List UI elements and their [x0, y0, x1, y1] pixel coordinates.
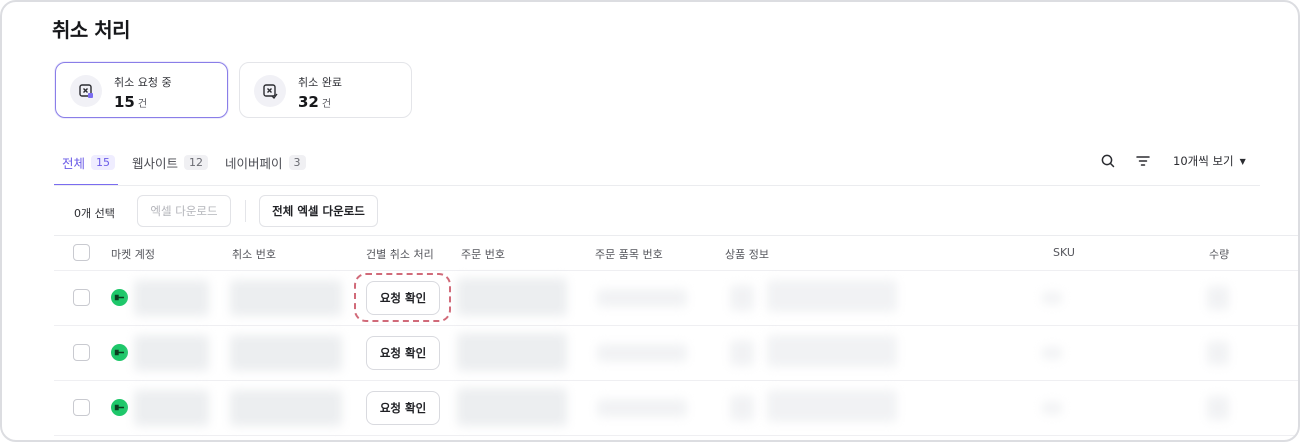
request-confirm-button[interactable]: 요청 확인: [366, 391, 440, 425]
header-quantity: 수량: [1209, 248, 1230, 261]
redacted-account: [134, 390, 209, 426]
header-order-number: 주문 번호: [461, 248, 505, 261]
tab-count-badge: 3: [288, 155, 306, 170]
product-thumbnail: [730, 395, 754, 421]
product-thumbnail: [730, 285, 754, 311]
excel-download-all-button[interactable]: 전체 엑셀 다운로드: [259, 195, 378, 227]
redacted-quantity: [1207, 286, 1229, 310]
row-divider: [54, 325, 1298, 326]
tab-naverpay[interactable]: 네이버페이 3: [225, 153, 306, 172]
excel-download-button[interactable]: 엑셀 다운로드: [137, 195, 231, 227]
header-product-info: 상품 정보: [725, 248, 769, 261]
tab-count-badge: 15: [91, 155, 116, 170]
tabs-divider: [54, 185, 1260, 186]
app-window: 취소 처리 취소 요청 중 15 건 취소 완료 32 건 전체 15 웹사이트 12: [0, 0, 1300, 442]
redacted-sku: [1042, 402, 1062, 414]
redacted-order-item-number: [597, 399, 687, 417]
cancel-request-icon: [70, 75, 102, 107]
filter-icon[interactable]: [1135, 153, 1151, 169]
row-divider: [54, 380, 1298, 381]
page-title: 취소 처리: [52, 18, 131, 42]
redacted-quantity: [1207, 341, 1229, 365]
redacted-cancel-number: [230, 335, 342, 371]
page-size-select[interactable]: 10개씩 보기 ▼: [1173, 153, 1246, 169]
highlight-annotation: [354, 273, 451, 322]
tab-website[interactable]: 웹사이트 12: [132, 153, 209, 172]
cancel-complete-icon: [254, 75, 286, 107]
request-confirm-button[interactable]: 요청 확인: [366, 336, 440, 370]
tab-count-badge: 12: [184, 155, 209, 170]
redacted-product-info: [767, 280, 897, 312]
redacted-order-number: [457, 333, 567, 371]
table-head-divider: [54, 235, 1298, 236]
redacted-account: [134, 335, 209, 371]
redacted-order-number: [457, 278, 567, 316]
redacted-sku: [1042, 292, 1062, 304]
search-icon[interactable]: [1100, 153, 1116, 169]
market-logo-icon: [111, 399, 128, 416]
redacted-account: [134, 280, 209, 316]
tab-all[interactable]: 전체 15: [62, 153, 116, 172]
redacted-product-info: [767, 390, 897, 422]
card-label: 취소 요청 중: [114, 76, 172, 89]
header-cancel-number: 취소 번호: [232, 248, 276, 261]
header-market-account: 마켓 계정: [111, 248, 155, 261]
market-logo-icon: [111, 344, 128, 361]
toolbar-divider: [245, 200, 246, 222]
card-count: 32 건: [298, 93, 332, 111]
redacted-product-info: [767, 335, 897, 367]
product-thumbnail: [730, 340, 754, 366]
row-divider: [54, 270, 1298, 271]
redacted-cancel-number: [230, 390, 342, 426]
redacted-cancel-number: [230, 280, 342, 316]
redacted-order-item-number: [597, 344, 687, 362]
card-count: 15 건: [114, 93, 148, 111]
select-all-checkbox[interactable]: [73, 244, 90, 261]
summary-card-cancel-completed[interactable]: 취소 완료 32 건: [239, 62, 412, 118]
row-checkbox[interactable]: [73, 344, 90, 361]
row-checkbox[interactable]: [73, 289, 90, 306]
caret-down-icon: ▼: [1239, 156, 1246, 166]
redacted-quantity: [1207, 396, 1229, 420]
row-checkbox[interactable]: [73, 399, 90, 416]
selected-count: 0개 선택: [74, 207, 115, 220]
card-label: 취소 완료: [298, 76, 342, 89]
market-logo-icon: [111, 289, 128, 306]
header-order-item-number: 주문 품목 번호: [595, 248, 663, 261]
redacted-order-number: [457, 388, 567, 426]
header-per-item-cancel: 건별 취소 처리: [366, 248, 434, 261]
summary-card-cancel-requested[interactable]: 취소 요청 중 15 건: [55, 62, 228, 118]
row-divider: [54, 435, 1298, 436]
redacted-order-item-number: [597, 289, 687, 307]
header-sku: SKU: [1053, 246, 1075, 259]
redacted-sku: [1042, 347, 1062, 359]
